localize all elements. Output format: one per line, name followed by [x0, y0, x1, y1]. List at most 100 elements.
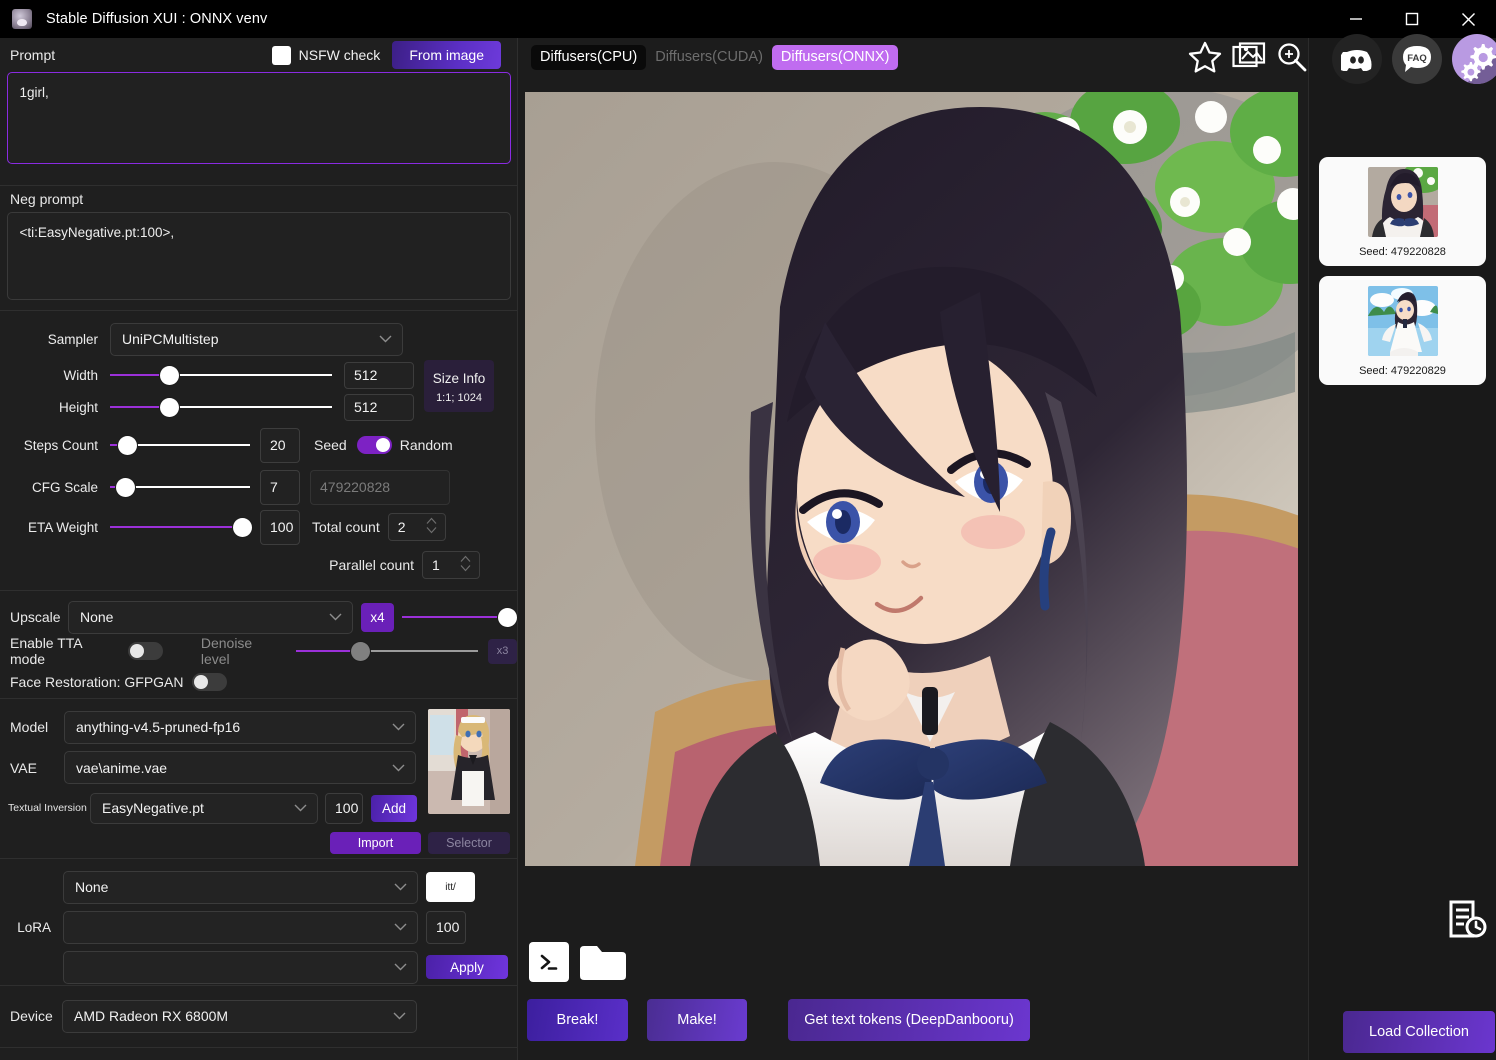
width-value[interactable]: 512 [344, 361, 414, 389]
width-row: Width 512 Size Info 1:1; 1024 [0, 359, 517, 412]
chevron-down-icon [394, 923, 407, 931]
model-buttons-row: Import Selector [0, 828, 517, 858]
stepper-arrows-icon [460, 555, 471, 576]
result-thumbnail[interactable] [1367, 167, 1438, 237]
sampler-row: Sampler UniPCMultistep [0, 319, 517, 359]
discord-icon[interactable] [1332, 34, 1382, 84]
results-panel: Seed: 479220828 Seed: 479220829 Load Col… [1309, 38, 1496, 1060]
sampler-label: Sampler [47, 331, 98, 347]
settings-gears-icon[interactable] [1452, 34, 1496, 84]
random-seed-toggle[interactable] [356, 436, 392, 454]
upscale-strength-slider[interactable] [402, 607, 517, 627]
cfg-slider[interactable] [110, 477, 250, 497]
load-collection-button[interactable]: Load Collection [1343, 1011, 1495, 1053]
lora-select-3[interactable] [63, 950, 418, 984]
add-ti-button[interactable]: Add [371, 794, 417, 822]
result-seed-label: Seed: 479220828 [1359, 246, 1446, 258]
prompt-input[interactable] [6, 72, 511, 164]
model-section: Model anything-v4.5-pruned-fp16 VAE vae\… [0, 699, 517, 859]
parallel-count-row: Parallel count 1 [0, 547, 517, 583]
upscale-select[interactable]: None [68, 600, 353, 634]
vae-value: vae\anime.vae [76, 759, 168, 776]
steps-slider[interactable] [110, 435, 250, 455]
result-seed-label: Seed: 479220829 [1359, 365, 1446, 377]
minimize-icon[interactable] [1328, 0, 1384, 38]
chevron-down-icon [393, 1012, 406, 1020]
folder-icon[interactable] [578, 942, 626, 982]
prompt-header-row: Prompt NSFW check From image [0, 38, 517, 72]
face-restoration-toggle[interactable] [191, 673, 227, 691]
from-image-button[interactable]: From image [392, 41, 501, 69]
cfg-value[interactable]: 7 [260, 469, 300, 505]
app-avatar-icon [12, 9, 32, 29]
vae-select[interactable]: vae\anime.vae [64, 751, 416, 784]
chevron-down-icon [329, 613, 342, 621]
vae-label: VAE [10, 759, 37, 776]
close-icon[interactable] [1440, 0, 1496, 38]
upscale-label: Upscale [10, 609, 61, 625]
tab-diffusers-cpu[interactable]: Diffusers(CPU) [531, 44, 647, 70]
eta-label: ETA Weight [27, 519, 98, 535]
get-text-tokens-button[interactable]: Get text tokens (DeepDanbooru) [788, 999, 1030, 1041]
x3-button[interactable]: x3 [488, 638, 517, 664]
faq-icon[interactable]: FAQ [1392, 34, 1442, 84]
seed-input[interactable]: 479220828 [310, 469, 450, 505]
device-value: AMD Radeon RX 6800M [74, 1008, 229, 1024]
height-value[interactable]: 512 [344, 393, 414, 421]
window-title: Stable Diffusion XUI : ONNX venv [46, 11, 268, 27]
result-thumbnail[interactable] [1367, 286, 1438, 356]
make-button[interactable]: Make! [647, 999, 747, 1041]
apply-lora-button[interactable]: Apply [426, 955, 508, 979]
random-label: Random [399, 437, 453, 453]
parallel-count-stepper[interactable]: 1 [422, 551, 480, 579]
svg-text:FAQ: FAQ [1407, 53, 1427, 64]
maximize-icon[interactable] [1384, 0, 1440, 38]
application-window: Stable Diffusion XUI : ONNX venv Prompt … [0, 0, 1496, 1060]
neg-prompt-label: Neg prompt [10, 191, 84, 207]
tta-toggle[interactable] [128, 642, 163, 660]
lora-weight-value[interactable]: 100 [426, 910, 466, 944]
x4-button[interactable]: x4 [361, 602, 394, 632]
steps-value[interactable]: 20 [260, 427, 300, 463]
break-button[interactable]: Break! [527, 999, 628, 1041]
window-controls [1328, 0, 1496, 38]
gallery-icon[interactable] [1232, 41, 1266, 77]
tab-diffusers-onnx[interactable]: Diffusers(ONNX) [771, 44, 899, 70]
height-slider[interactable] [110, 397, 332, 417]
eta-value[interactable]: 100 [260, 509, 300, 545]
eta-slider[interactable] [110, 517, 252, 537]
total-count-value: 2 [397, 519, 406, 535]
lora-select-1[interactable]: None [63, 870, 418, 904]
generated-image-preview[interactable] [525, 92, 1298, 866]
import-button[interactable]: Import [330, 832, 421, 854]
device-select[interactable]: AMD Radeon RX 6800M [62, 999, 417, 1033]
selector-button[interactable]: Selector [428, 832, 510, 854]
nsfw-checkbox[interactable] [271, 45, 291, 65]
tta-label: Enable TTA mode [10, 635, 82, 667]
chevron-down-icon [379, 335, 392, 343]
zoom-in-icon[interactable] [1276, 41, 1308, 78]
star-icon[interactable] [1188, 40, 1222, 79]
neg-prompt-input[interactable] [6, 212, 511, 300]
model-select[interactable]: anything-v4.5-pruned-fp16 [64, 710, 416, 744]
size-info-label: Size Info [432, 370, 486, 386]
lora-small-button[interactable]: itt/ [426, 872, 475, 902]
sampler-select[interactable]: UniPCMultistep [110, 322, 403, 356]
width-slider[interactable] [110, 365, 332, 385]
result-card[interactable]: Seed: 479220828 [1319, 157, 1486, 266]
terminal-icon[interactable] [529, 942, 569, 982]
result-card[interactable]: Seed: 479220829 [1319, 276, 1486, 385]
tab-diffusers-cuda[interactable]: Diffusers(CUDA) [646, 45, 772, 70]
lora-select-2[interactable] [63, 910, 418, 944]
upscale-value: None [80, 609, 114, 625]
denoise-slider[interactable] [296, 641, 479, 661]
generation-params-section: Sampler UniPCMultistep Width 512 Size In… [0, 311, 517, 591]
chevron-down-icon [394, 963, 407, 971]
history-log-icon[interactable] [1446, 898, 1488, 945]
chevron-down-icon [392, 723, 405, 731]
textual-inversion-select[interactable]: EasyNegative.pt [90, 792, 318, 824]
total-count-stepper[interactable]: 2 [387, 513, 446, 541]
lora-row-3: Apply [0, 947, 517, 987]
size-info-box: Size Info 1:1; 1024 [424, 360, 494, 412]
ti-weight-value[interactable]: 100 [325, 792, 363, 824]
